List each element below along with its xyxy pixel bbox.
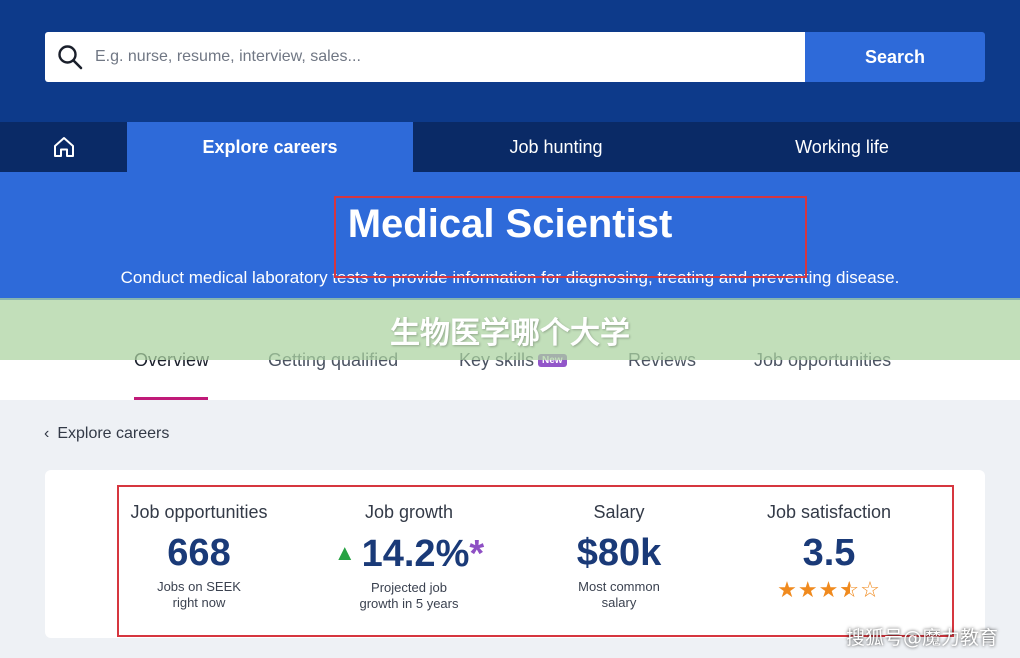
nav-tab-job-hunting[interactable]: Job hunting [413, 122, 699, 172]
stat-job-satisfaction: Job satisfaction 3.5 ★★★☆★☆ [724, 502, 934, 603]
stat-sub: Projected job growth in 5 years [304, 580, 514, 612]
overlay-caption: 生物医学哪个大学 [390, 316, 630, 351]
star-full-icon: ★ [818, 577, 840, 602]
breadcrumb[interactable]: ‹ Explore careers [44, 425, 169, 443]
stat-value: 668 [167, 532, 231, 574]
chevron-left-icon: ‹ [44, 425, 50, 442]
nav-home[interactable] [0, 122, 127, 172]
star-rating: ★★★☆★☆ [724, 577, 934, 603]
star-full-icon: ★ [777, 577, 798, 602]
stat-label: Job satisfaction [766, 502, 892, 522]
breadcrumb-label: Explore careers [57, 425, 170, 442]
stat-sub: Most common salary [514, 579, 724, 611]
star-half-icon: ☆★ [839, 577, 861, 602]
search-bar: Search [45, 32, 985, 82]
home-icon [53, 137, 74, 157]
main-nav: Explore careers Job hunting Working life [0, 122, 1020, 172]
stat-sub-line: Most common [578, 579, 660, 594]
stat-sub-line: growth in 5 years [359, 596, 459, 611]
search-input[interactable] [95, 48, 775, 66]
stat-value-number: 14.2% [361, 533, 470, 575]
search-icon [58, 45, 83, 70]
stat-sub-line: Projected job [371, 580, 447, 595]
stat-label: Salary [593, 502, 645, 522]
footnote-mark: * [469, 533, 485, 575]
active-tab-indicator [134, 397, 208, 400]
stat-value: ▲ 14.2%* [304, 533, 514, 574]
watermark-text: 搜狐号@魔力教育 [845, 627, 998, 649]
search-button[interactable]: Search [805, 32, 985, 82]
stat-sub-line: right now [172, 595, 226, 610]
stat-label: Job opportunities [130, 502, 268, 522]
stat-sub: Jobs on SEEK right now [94, 579, 304, 611]
stat-value: 3.5 [802, 532, 856, 574]
stat-value: $80k [576, 532, 662, 574]
stat-job-growth: Job growth ▲ 14.2%* Projected job growth … [304, 502, 514, 612]
stat-label: Job growth [364, 502, 454, 522]
stat-salary: Salary $80k Most common salary [514, 502, 724, 611]
stat-job-opportunities: Job opportunities 668 Jobs on SEEK right… [94, 502, 304, 611]
search-field[interactable] [45, 32, 805, 82]
star-empty-icon: ☆ [860, 577, 881, 602]
stat-sub-line: Jobs on SEEK [157, 579, 241, 594]
title-highlight-box [334, 196, 807, 278]
star-full-icon: ★ [797, 577, 819, 602]
nav-tab-explore-careers[interactable]: Explore careers [127, 122, 413, 172]
stat-sub-line: salary [601, 595, 637, 610]
trend-up-icon: ▲ [333, 540, 356, 565]
nav-tab-working-life[interactable]: Working life [699, 122, 985, 172]
